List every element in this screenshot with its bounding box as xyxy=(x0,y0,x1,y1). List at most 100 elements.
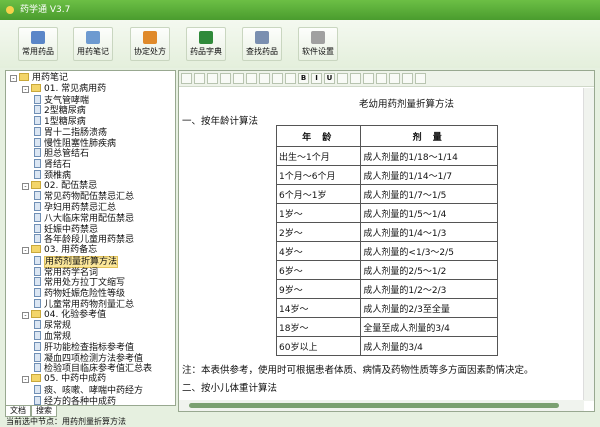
tree-item[interactable]: 八大临床常用配伍禁忌 xyxy=(34,212,134,224)
header-dose: 剂 量 xyxy=(360,125,498,147)
tree-item[interactable]: 胃十二指肠溃疡 xyxy=(34,126,107,138)
age-cell: 1个月～6个月 xyxy=(275,165,362,185)
b-icon[interactable]: B xyxy=(298,73,309,84)
table-note: 注：本表供参考，使用时可根据患者体质、病情及药物性质等多方面因素酌情决定。 xyxy=(182,365,534,376)
toolbar-icon xyxy=(86,31,100,44)
tree-item[interactable]: 痰、咳嗽、哮喘中药经方 xyxy=(34,384,143,396)
tree-folder[interactable]: - 05. 中药中成药 xyxy=(22,374,106,385)
tree-item[interactable]: 胆总管结石 xyxy=(34,148,89,159)
toolbar-button-1[interactable]: 用药笔记 xyxy=(73,27,113,61)
tree-item[interactable]: 常见药物配伍禁忌汇总 xyxy=(34,191,134,202)
collapse-icon[interactable]: - xyxy=(22,182,29,190)
tree-label: 常用药学名词 xyxy=(44,267,99,278)
line-icon[interactable] xyxy=(246,73,257,84)
open-icon[interactable] xyxy=(194,73,205,84)
toolbar-icon xyxy=(311,31,325,44)
find-icon[interactable] xyxy=(220,73,231,84)
image-icon[interactable] xyxy=(337,73,348,84)
collapse-icon[interactable]: - xyxy=(10,75,17,82)
document-content[interactable]: 老幼用药剂量折算方法 一、按年龄计算法 年 龄剂 量出生～1个月 成人剂量的1/1… xyxy=(179,88,584,401)
tree-item[interactable]: 各年龄段儿童用药禁忌 xyxy=(34,234,134,245)
age-cell: 6个月～1岁 xyxy=(275,184,362,204)
tree-item[interactable]: 凝血四项检测方法参考值 xyxy=(34,352,143,364)
media-icon[interactable] xyxy=(376,73,387,84)
tree-label: 常用处方拉丁文缩写 xyxy=(44,278,126,289)
tree-item[interactable]: 肾结石 xyxy=(34,159,71,170)
dose-cell: 成人剂量的2/5～1/2 xyxy=(360,260,498,280)
dose-cell: 成人剂量的1/2～2/3 xyxy=(360,279,498,299)
collapse-icon[interactable]: - xyxy=(22,85,29,93)
align-center-icon[interactable] xyxy=(272,73,283,84)
table-row: 4岁～ 成人剂量的<1/3～2/5 xyxy=(275,241,498,261)
tree-label: 02. 配伍禁忌 xyxy=(44,180,98,191)
i-icon[interactable]: I xyxy=(311,73,322,84)
document-icon xyxy=(34,94,41,104)
tree-folder[interactable]: - 02. 配伍禁忌 xyxy=(22,180,98,192)
document-icon xyxy=(34,105,41,115)
collapse-icon[interactable]: - xyxy=(22,376,29,383)
tree-folder[interactable]: - 用药笔记 xyxy=(10,73,68,84)
toolbar-label: 用药笔记 xyxy=(77,47,109,56)
age-cell: 出生～1个月 xyxy=(275,146,362,166)
document-icon xyxy=(34,384,41,394)
tree-item[interactable]: 常用处方拉丁文缩写 xyxy=(34,277,125,288)
horizontal-scrollbar[interactable] xyxy=(179,400,584,411)
align-right-icon[interactable] xyxy=(285,73,296,84)
tree-item[interactable]: 慢性阻塞性肺疾病 xyxy=(34,137,116,149)
collapse-icon[interactable]: - xyxy=(22,311,29,319)
age-cell: 6岁～ xyxy=(275,260,362,280)
vertical-scrollbar[interactable] xyxy=(583,88,594,401)
toolbar-button-3[interactable]: 药品字典 xyxy=(186,27,226,61)
tree-label: 肾结石 xyxy=(44,160,72,170)
toolbar-icon xyxy=(199,31,213,44)
document-icon xyxy=(34,137,41,147)
paint-icon[interactable] xyxy=(350,73,361,84)
tree-folder[interactable]: - 03. 用药备忘 xyxy=(22,245,97,256)
toolbar-button-5[interactable]: 软件设置 xyxy=(298,27,338,61)
toolbar-button-4[interactable]: 查找药品 xyxy=(242,27,282,61)
document-icon xyxy=(34,126,41,136)
toolbar-button-2[interactable]: 协定处方 xyxy=(130,27,170,61)
scroll-thumb[interactable] xyxy=(189,403,559,408)
clear-icon[interactable] xyxy=(402,73,413,84)
tree-item[interactable]: 检验项目临床参考值汇总表 xyxy=(34,363,152,374)
tree-item[interactable]: 支气管哮喘 xyxy=(34,94,89,106)
tree-item[interactable]: 2型糖尿病 xyxy=(34,105,86,116)
dose-cell: 全量至成人剂量的3/4 xyxy=(360,317,498,337)
hr-icon[interactable] xyxy=(233,73,244,84)
age-cell: 14岁～ xyxy=(275,298,362,318)
tree-item[interactable]: 颈椎病 xyxy=(34,169,71,181)
tree-label: 药物妊娠危险性等级 xyxy=(44,289,126,299)
tree-folder[interactable]: - 04. 化验参考值 xyxy=(22,309,106,321)
picture-icon[interactable] xyxy=(363,73,374,84)
notes-tree[interactable]: - 用药笔记 -01. 常见病用药 支气管哮喘 2型糖尿病 1型糖尿病 胃十二指肠溃疡 慢性阻… xyxy=(5,70,176,406)
tree-item[interactable]: 孕妇用药禁忌汇总 xyxy=(34,202,116,213)
tree-item[interactable]: 尿常规 xyxy=(34,320,71,331)
preview-icon[interactable] xyxy=(207,73,218,84)
dose-cell: 成人剂量的1/7～1/5 xyxy=(360,184,498,204)
folder-icon xyxy=(31,374,41,382)
header-age: 年 龄 xyxy=(275,125,362,147)
save-icon[interactable] xyxy=(181,73,192,84)
tree-item[interactable]: 妊娠中药禁忌 xyxy=(34,223,98,235)
undo-icon[interactable] xyxy=(415,73,426,84)
tree-item[interactable]: 药物妊娠危险性等级 xyxy=(34,288,125,299)
tree-item[interactable]: 肝功能检查指标参考值 xyxy=(34,341,135,353)
tree-folder[interactable]: - 01. 常见病用药 xyxy=(22,83,107,95)
collapse-icon[interactable]: - xyxy=(22,247,29,254)
tree-item[interactable]: 常用药学名词 xyxy=(34,266,99,278)
tree-item[interactable]: 儿童常用药物剂量汇总 xyxy=(34,298,134,310)
tree-item[interactable]: 血常规 xyxy=(34,331,71,342)
tree-item[interactable]: 1型糖尿病 xyxy=(34,116,86,127)
tree-label: 05. 中药中成药 xyxy=(44,374,107,384)
table-icon[interactable] xyxy=(389,73,400,84)
tree-label: 01. 常见病用药 xyxy=(44,83,107,94)
u-icon[interactable]: U xyxy=(324,73,335,84)
folder-icon xyxy=(19,73,29,81)
document-icon xyxy=(34,266,41,276)
tree-item[interactable]: 用药剂量折算方法 xyxy=(34,255,119,268)
tree-label: 肝功能检查指标参考值 xyxy=(44,342,135,353)
align-left-icon[interactable] xyxy=(259,73,270,84)
tree-item[interactable]: 经方的各种中成药 xyxy=(34,395,116,405)
toolbar-button-0[interactable]: 常用药品 xyxy=(18,27,58,61)
